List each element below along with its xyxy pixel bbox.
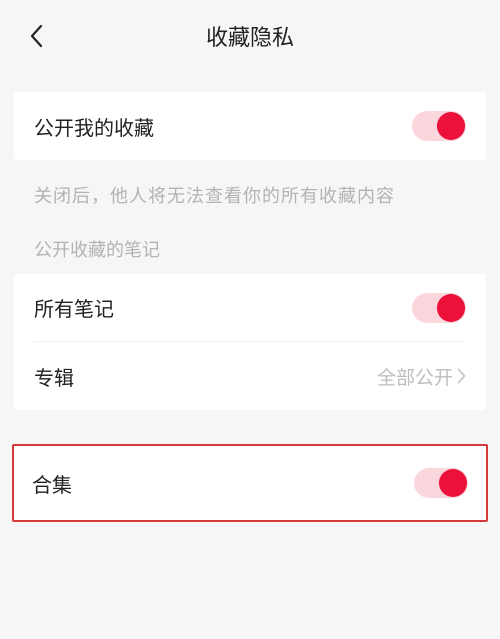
header: 收藏隐私 (0, 0, 500, 72)
row-all-notes: 所有笔记 (14, 274, 486, 342)
row-public-my-favorites: 公开我的收藏 (14, 92, 486, 160)
row-label: 合集 (32, 469, 72, 498)
row-label: 专辑 (34, 362, 74, 391)
section-public-favorites: 公开我的收藏 (14, 92, 486, 160)
toggle-collections[interactable] (414, 468, 468, 498)
section-collections-highlighted: 合集 (12, 444, 488, 522)
toggle-public-my-favorites[interactable] (412, 111, 466, 141)
row-value-albums: 全部公开 (377, 363, 466, 390)
back-button[interactable] (22, 22, 50, 50)
group-label-public-notes: 公开收藏的笔记 (34, 236, 466, 262)
section-public-notes: 所有笔记 专辑 全部公开 (14, 274, 486, 410)
row-label: 所有笔记 (34, 293, 114, 322)
chevron-left-icon (29, 24, 43, 48)
row-albums[interactable]: 专辑 全部公开 (14, 342, 486, 410)
help-text: 关闭后，他人将无法查看你的所有收藏内容 (34, 182, 466, 208)
page-title: 收藏隐私 (206, 20, 294, 52)
albums-value-text: 全部公开 (377, 363, 453, 390)
chevron-right-icon (457, 368, 466, 384)
toggle-all-notes[interactable] (412, 293, 466, 323)
row-label: 公开我的收藏 (34, 112, 154, 141)
row-collections: 合集 (14, 450, 486, 516)
